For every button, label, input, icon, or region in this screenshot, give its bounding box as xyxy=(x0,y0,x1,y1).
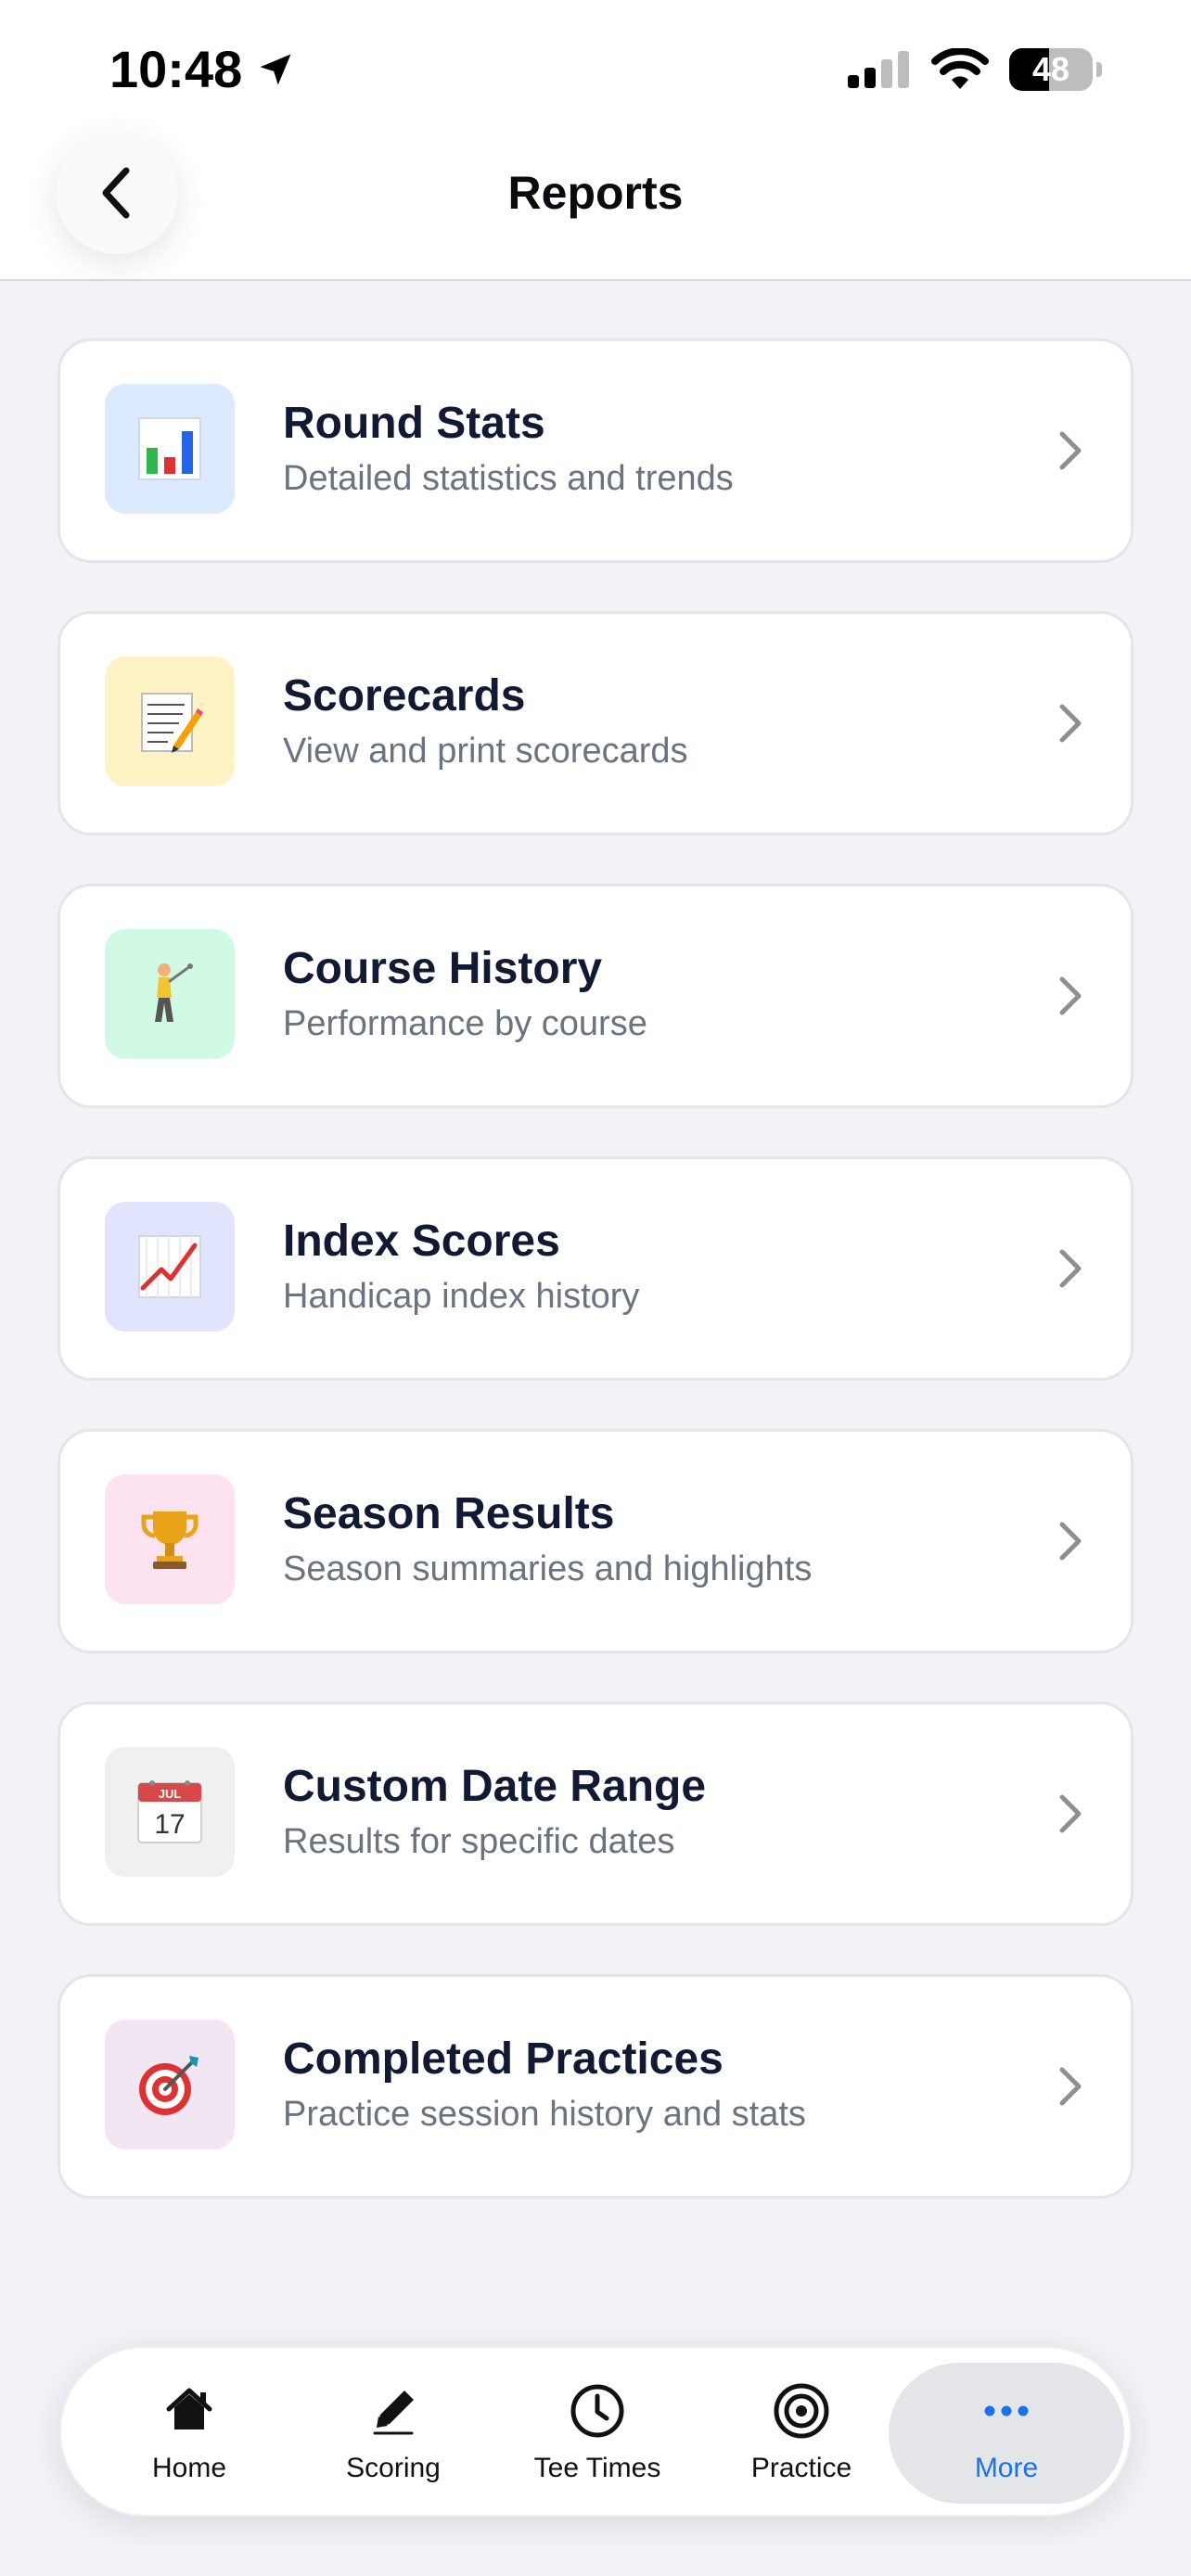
report-custom-date-range[interactable]: JUL 17 Custom Date Range Results for spe… xyxy=(58,1702,1133,1926)
calendar-day: 17 xyxy=(154,1809,185,1840)
trophy-icon xyxy=(141,1511,198,1569)
card-text: Season Results Season summaries and high… xyxy=(283,1486,1019,1593)
home-icon xyxy=(166,2388,212,2429)
tab-label: Home xyxy=(151,2453,227,2483)
icon-tile xyxy=(105,657,235,786)
ellipsis-icon xyxy=(984,2405,1029,2417)
tab-scoring[interactable]: Scoring xyxy=(291,2363,495,2504)
icon-tile xyxy=(105,929,235,1059)
battery-cap xyxy=(1096,62,1102,77)
target-icon xyxy=(774,2383,829,2439)
card-subtitle: Performance by course xyxy=(283,1004,647,1043)
chevron-right-icon xyxy=(1059,704,1082,743)
report-round-stats[interactable]: Round Stats Detailed statistics and tren… xyxy=(58,338,1133,563)
card-title: Course History xyxy=(283,944,603,993)
tab-label: Scoring xyxy=(346,2453,441,2483)
report-completed-practices[interactable]: Completed Practices Practice session his… xyxy=(58,1974,1133,2199)
bar-chart-icon xyxy=(138,417,201,480)
card-subtitle: View and print scorecards xyxy=(283,732,688,771)
golfer-icon xyxy=(155,963,193,1022)
card-subtitle: Handicap index history xyxy=(283,1277,640,1316)
report-course-history[interactable]: Course History Performance by course xyxy=(58,884,1133,1108)
status-time-text: 10:48 xyxy=(109,40,243,98)
signal-icon xyxy=(848,51,909,88)
report-scorecards[interactable]: Scorecards View and print scorecards xyxy=(58,611,1133,835)
icon-tile: JUL 17 xyxy=(105,1747,235,1877)
clock-icon xyxy=(570,2384,624,2438)
target-dart-icon xyxy=(139,2056,198,2115)
wifi-icon xyxy=(931,48,989,89)
report-season-results[interactable]: Season Results Season summaries and high… xyxy=(58,1429,1133,1653)
report-index-scores[interactable]: Index Scores Handicap index history xyxy=(58,1156,1133,1381)
card-text: Index Scores Handicap index history xyxy=(283,1213,1019,1320)
chevron-right-icon xyxy=(1059,1794,1082,1833)
location-arrow-icon xyxy=(260,54,291,85)
pencil-icon xyxy=(373,2391,414,2435)
tab-more[interactable]: More xyxy=(889,2363,1124,2504)
reports-list: Round Stats Detailed statistics and tren… xyxy=(58,338,1133,2247)
card-text: Course History Performance by course xyxy=(283,940,1019,1048)
calendar-month: JUL xyxy=(159,1787,182,1801)
card-text: Custom Date Range Results for specific d… xyxy=(283,1758,1019,1866)
chevron-right-icon xyxy=(1059,1249,1082,1288)
card-title: Custom Date Range xyxy=(283,1762,707,1811)
card-text: Scorecards View and print scorecards xyxy=(283,668,1019,775)
card-title: Season Results xyxy=(283,1489,615,1538)
tab-label: Tee Times xyxy=(533,2453,661,2483)
page-title: Reports xyxy=(507,167,684,219)
card-subtitle: Practice session history and stats xyxy=(283,2095,806,2134)
tab-label: Practice xyxy=(750,2453,852,2483)
chevron-right-icon xyxy=(1059,2067,1082,2106)
card-text: Round Stats Detailed statistics and tren… xyxy=(283,395,1019,503)
calendar-icon: JUL 17 xyxy=(137,1780,202,1843)
top-bar: 10:48 48 Reports xyxy=(0,0,1191,281)
memo-icon xyxy=(141,693,203,753)
icon-tile xyxy=(105,384,235,514)
status-indicators: 48 xyxy=(846,46,1102,93)
tab-label: More xyxy=(974,2453,1039,2483)
chevron-right-icon xyxy=(1059,431,1082,470)
bottom-tab-bar: Home Scoring Tee Times Practice More xyxy=(59,2346,1132,2517)
card-title: Completed Practices xyxy=(283,2034,724,2084)
card-subtitle: Season summaries and highlights xyxy=(283,1549,813,1588)
reports-screen: 10:48 48 Reports Round Stats Detailed st… xyxy=(0,0,1191,2576)
battery-indicator: 48 xyxy=(1009,48,1093,91)
battery-text: 48 xyxy=(1031,50,1070,88)
icon-tile xyxy=(105,2020,235,2149)
card-title: Scorecards xyxy=(283,671,526,721)
card-title: Index Scores xyxy=(283,1217,560,1266)
card-subtitle: Results for specific dates xyxy=(283,1822,675,1861)
card-title: Round Stats xyxy=(283,399,545,448)
trend-up-chart-icon xyxy=(138,1235,201,1298)
tab-tee-times[interactable]: Tee Times xyxy=(495,2363,699,2504)
status-time: 10:48 xyxy=(109,37,296,102)
card-subtitle: Detailed statistics and trends xyxy=(283,459,734,498)
tab-practice[interactable]: Practice xyxy=(699,2363,903,2504)
icon-tile xyxy=(105,1474,235,1604)
chevron-right-icon xyxy=(1059,1522,1082,1561)
chevron-right-icon xyxy=(1059,976,1082,1015)
card-text: Completed Practices Practice session his… xyxy=(283,2031,1019,2138)
icon-tile xyxy=(105,1202,235,1332)
tab-home[interactable]: Home xyxy=(87,2363,291,2504)
